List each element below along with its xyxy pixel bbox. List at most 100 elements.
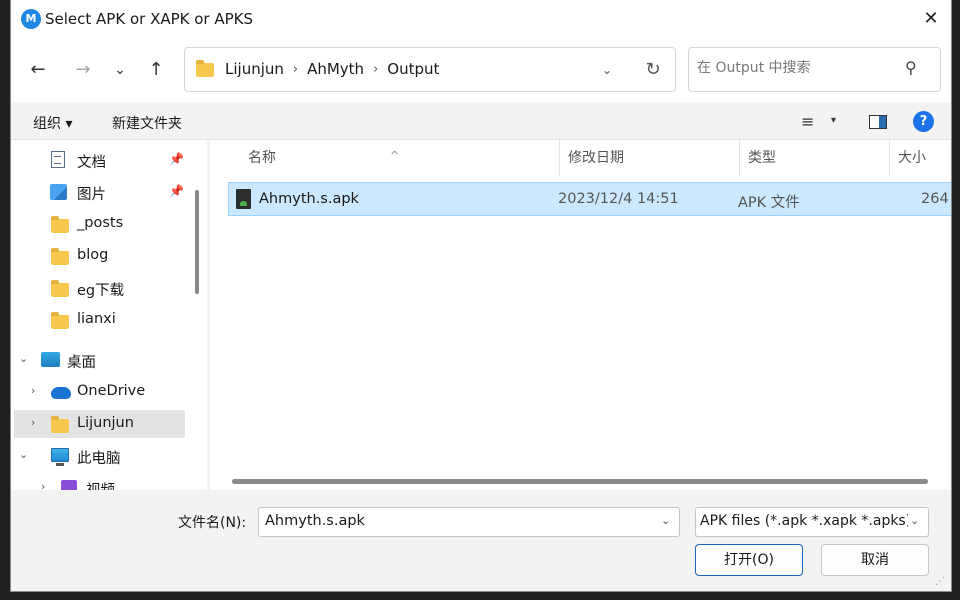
onedrive-icon [51, 387, 71, 399]
organize-menu[interactable]: 组织 ▾ [33, 113, 72, 133]
folder-icon [51, 248, 69, 265]
sidebar-item-lijunjun[interactable]: › Lijunjun [14, 410, 185, 438]
close-button[interactable]: ✕ [911, 4, 951, 34]
sidebar-item-label: lianxi [77, 311, 116, 327]
file-name: Ahmyth.s.apk [259, 191, 359, 207]
recent-locations-button[interactable]: ⌄ [105, 55, 135, 85]
sidebar-item-onedrive[interactable]: › OneDrive [14, 378, 185, 406]
search-box[interactable]: ⚲ [688, 47, 941, 92]
chevron-down-icon: ⌄ [114, 62, 126, 78]
pin-icon: 📌 [169, 152, 184, 166]
sidebar-item-label: blog [77, 247, 109, 263]
file-type-select[interactable]: APK files (*.apk *.xapk *.apks) ⌄ [695, 507, 929, 537]
address-history-button[interactable]: ⌄ [595, 58, 619, 82]
file-list: 名称 ^ 修改日期 类型 大小 Ahmyth.s.apk 2023/12/4 1… [210, 140, 951, 490]
column-header-label: 名称 [248, 150, 276, 166]
filename-label: 文件名(N): [178, 515, 247, 531]
breadcrumb-separator-icon[interactable]: › [293, 62, 298, 77]
sidebar-item-label: _posts [77, 215, 124, 231]
folder-icon [196, 60, 214, 77]
refresh-icon: ↻ [645, 59, 661, 80]
cancel-button[interactable]: 取消 [821, 544, 929, 576]
resize-grip-icon[interactable]: ⋰ [935, 576, 945, 587]
chevron-right-icon[interactable]: › [41, 480, 45, 490]
sidebar-item-label: 文档 [77, 155, 106, 171]
filename-input[interactable] [265, 513, 645, 529]
document-icon [51, 151, 65, 168]
apk-file-icon [236, 189, 251, 209]
open-button[interactable]: 打开(O) [695, 544, 803, 576]
dialog-title: Select APK or XAPK or APKS [45, 10, 254, 28]
file-type: APK 文件 [738, 195, 800, 211]
up-button[interactable]: ↑ [141, 55, 171, 85]
sidebar-item-desktop[interactable]: ⌄ 桌面 [14, 346, 185, 374]
chevron-right-icon[interactable]: › [31, 384, 35, 397]
column-header-modified[interactable]: 修改日期 [560, 140, 740, 176]
sidebar-item-pictures[interactable]: 图片 📌 [14, 178, 185, 206]
filename-field[interactable]: ⌄ [258, 507, 680, 537]
refresh-button[interactable]: ↻ [640, 57, 666, 83]
picture-icon [50, 184, 67, 200]
chevron-down-icon[interactable]: ⌄ [19, 448, 28, 461]
sidebar-item-label: 视频 [86, 479, 115, 490]
column-header-name[interactable]: 名称 ^ [240, 140, 560, 176]
file-dialog: M Select APK or XAPK or APKS ✕ ← → ⌄ ↑ L… [10, 0, 952, 592]
sidebar-item-label: Lijunjun [77, 415, 134, 431]
command-bar: 组织 ▾ 新建文件夹 ≡ ▾ ? [11, 102, 951, 140]
column-header-size[interactable]: 大小 [890, 140, 951, 176]
file-row[interactable]: Ahmyth.s.apk 2023/12/4 14:51 APK 文件 264 [228, 182, 951, 216]
sort-ascending-icon: ^ [390, 149, 400, 162]
preview-pane-icon[interactable] [869, 115, 887, 129]
dialog-footer: 文件名(N): ⌄ APK files (*.apk *.xapk *.apks… [11, 490, 951, 591]
search-icon[interactable]: ⚲ [905, 58, 917, 77]
search-input[interactable] [697, 60, 897, 76]
breadcrumb-separator-icon[interactable]: › [373, 62, 378, 77]
video-icon [61, 480, 77, 490]
pin-icon: 📌 [169, 184, 184, 198]
forward-button[interactable]: → [68, 55, 98, 85]
breadcrumb-ahmyth[interactable]: AhMyth [307, 60, 364, 78]
sidebar-item-label: 桌面 [67, 355, 96, 371]
sidebar-item-this-pc[interactable]: ⌄ 此电脑 [14, 442, 185, 470]
navigation-bar: ← → ⌄ ↑ Lijunjun › AhMyth › Output ⌄ ↻ ⚲ [11, 38, 951, 102]
chevron-down-icon: ⌄ [601, 63, 613, 77]
sidebar-item-blog[interactable]: blog [14, 242, 185, 270]
folder-icon [51, 280, 69, 297]
chevron-down-icon[interactable]: ⌄ [910, 514, 919, 527]
title-bar: M Select APK or XAPK or APKS ✕ [11, 0, 951, 38]
breadcrumb: Lijunjun › AhMyth › Output [225, 60, 439, 78]
sidebar-item-videos[interactable]: › 视频 [14, 474, 185, 490]
sidebar-item-label: OneDrive [77, 383, 146, 399]
folder-icon [51, 416, 69, 433]
breadcrumb-output[interactable]: Output [387, 60, 439, 78]
sidebar-item-label: eg下载 [77, 283, 125, 299]
file-list-horizontal-scrollbar[interactable] [232, 479, 928, 484]
arrow-up-icon: ↑ [148, 59, 164, 80]
help-icon[interactable]: ? [913, 111, 934, 132]
computer-icon [51, 448, 69, 466]
column-header-type[interactable]: 类型 [740, 140, 890, 176]
view-options-caret-icon[interactable]: ▾ [831, 115, 836, 126]
arrow-left-icon: ← [30, 59, 46, 80]
sidebar-item-label: 图片 [77, 187, 106, 203]
desktop-icon [41, 352, 60, 367]
close-icon: ✕ [923, 8, 939, 29]
breadcrumb-lijunjun[interactable]: Lijunjun [225, 60, 284, 78]
chevron-down-icon[interactable]: ⌄ [661, 514, 670, 527]
chevron-down-icon[interactable]: ⌄ [19, 352, 28, 365]
sidebar-item-documents[interactable]: 文档 📌 [14, 146, 185, 174]
back-button[interactable]: ← [23, 55, 53, 85]
sidebar-item-label: 此电脑 [77, 451, 121, 467]
new-folder-button[interactable]: 新建文件夹 [112, 113, 182, 133]
list-view-icon[interactable]: ≡ [801, 112, 814, 131]
sidebar-scrollbar[interactable] [195, 190, 199, 294]
navigation-pane: 文档 📌 图片 📌 _posts blog eg下载 lianxi ⌄ 桌面 ›… [11, 140, 207, 490]
app-icon: M [21, 9, 41, 29]
address-bar[interactable]: Lijunjun › AhMyth › Output ⌄ ↻ [184, 47, 676, 92]
sidebar-item-lianxi[interactable]: lianxi [14, 306, 185, 334]
sidebar-item-posts[interactable]: _posts [14, 210, 185, 238]
sidebar-item-eg-download[interactable]: eg下载 [14, 274, 185, 302]
folder-icon [51, 216, 69, 233]
chevron-right-icon[interactable]: › [31, 416, 35, 429]
file-size: 264 [921, 191, 949, 207]
